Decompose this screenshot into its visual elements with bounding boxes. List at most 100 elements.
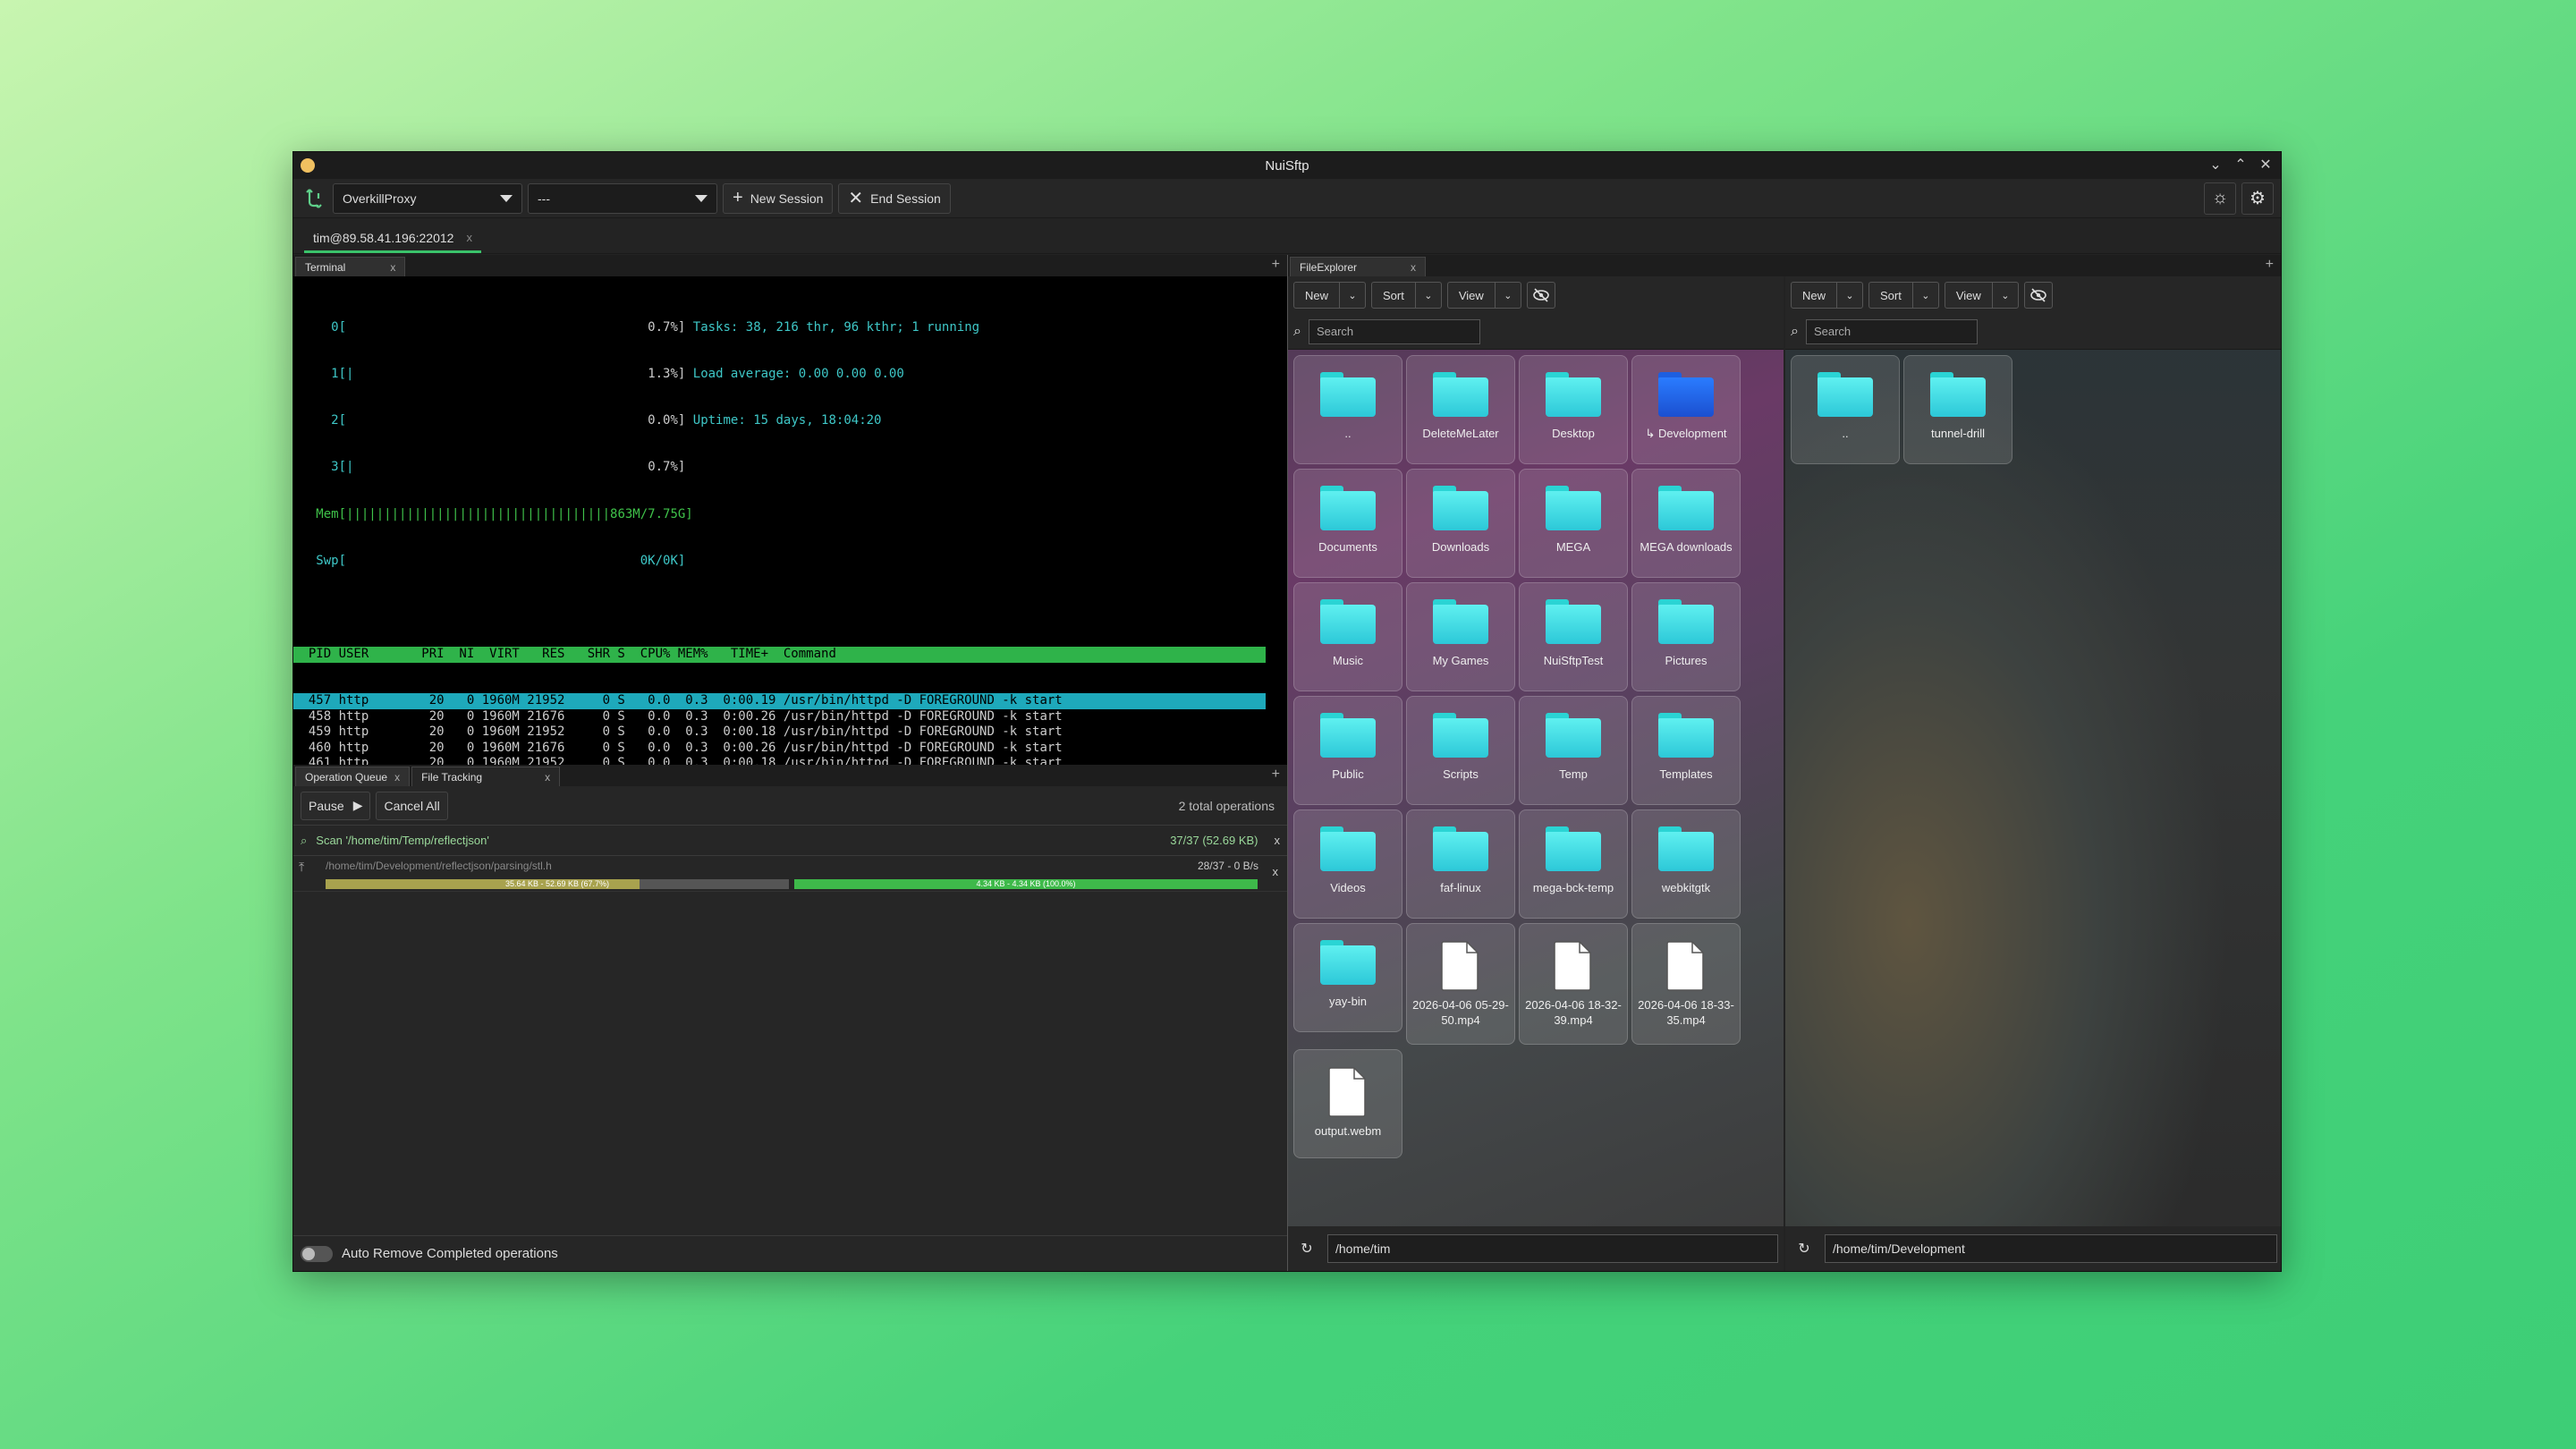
settings-button[interactable]: ⚙ [2241, 182, 2274, 215]
htop-cpu2: 2[ [331, 413, 347, 428]
file-item[interactable]: output.webm [1293, 1049, 1402, 1158]
htop-cpu3-val: 0.7%] [648, 460, 686, 475]
folder-item[interactable]: tunnel-drill [1903, 355, 2012, 464]
view-button[interactable]: View ⌄ [1446, 282, 1521, 309]
file-item[interactable]: 2026-04-06 05-29-50.mp4 [1406, 923, 1515, 1045]
session-tab-close[interactable]: x [466, 231, 472, 244]
tab-operation-queue[interactable]: Operation Queue x [295, 767, 411, 786]
htop-process-row[interactable]: 459 http 20 0 1960M 21952 0 S 0.0 0.3 0:… [293, 724, 1287, 740]
transfer-path: /home/tim/Development/reflectjson/parsin… [326, 860, 552, 872]
folder-item[interactable]: DeleteMeLater [1406, 355, 1515, 464]
htop-tasks: Tasks: 38, 216 thr, 96 kthr; 1 running [692, 319, 980, 335]
chevron-down-icon[interactable]: ⌄ [1993, 283, 2018, 308]
local-path-input[interactable]: /home/tim [1327, 1234, 1778, 1263]
remote-path-input[interactable]: /home/tim/Development [1825, 1234, 2277, 1263]
chevron-down-icon[interactable]: ⌄ [1496, 283, 1521, 308]
cancel-all-button[interactable]: Cancel All [376, 791, 448, 820]
folder-item[interactable]: Scripts [1406, 696, 1515, 805]
chevron-down-icon[interactable]: ⌄ [1837, 283, 1862, 308]
operation-queue-panel: Operation Queue x File Tracking x + Paus… [293, 765, 1287, 1271]
item-name: Temp [1559, 767, 1588, 781]
file-item[interactable]: 2026-04-06 18-33-35.mp4 [1631, 923, 1741, 1045]
folder-icon [1546, 486, 1601, 530]
session-tab[interactable]: tim@89.58.41.196:22012 x [304, 225, 481, 253]
session-select[interactable]: --- [528, 182, 717, 214]
sort-button[interactable]: Sort ⌄ [1868, 282, 1939, 309]
folder-icon [1433, 826, 1488, 871]
folder-item[interactable]: Downloads [1406, 469, 1515, 578]
tab-file-tracking-close[interactable]: x [545, 771, 550, 784]
folder-item[interactable]: ↳ Development [1631, 355, 1741, 464]
theme-toggle-button[interactable]: ☼ [2204, 182, 2236, 215]
profile-select[interactable]: OverkillProxy [333, 182, 522, 214]
hidden-files-toggle[interactable] [1526, 282, 1555, 309]
folder-icon [1320, 713, 1376, 758]
local-path-row: ↻ /home/tim [1288, 1226, 1784, 1271]
transfer-cancel[interactable]: x [1273, 865, 1279, 878]
folder-item[interactable]: yay-bin [1293, 923, 1402, 1032]
minimize-icon[interactable]: ⌄ [2207, 156, 2224, 174]
folder-item[interactable]: Videos [1293, 809, 1402, 919]
folder-item[interactable]: MEGA [1519, 469, 1628, 578]
scan-cancel[interactable]: x [1275, 834, 1281, 847]
sort-label: Sort [1869, 283, 1913, 308]
chevron-down-icon[interactable]: ⌄ [1913, 283, 1938, 308]
end-session-button[interactable]: ✕ End Session [838, 182, 951, 214]
folder-item[interactable]: .. [1791, 355, 1900, 464]
htop-process-row[interactable]: 461 http 20 0 1960M 21952 0 S 0.0 0.3 0:… [293, 756, 1287, 765]
folder-item[interactable]: NuiSftpTest [1519, 582, 1628, 691]
tab-fileexplorer[interactable]: FileExplorer x [1290, 257, 1427, 276]
new-label: New [1294, 283, 1341, 308]
file-icon [1665, 940, 1707, 992]
hidden-files-toggle[interactable] [2023, 282, 2053, 309]
maximize-icon[interactable]: ⌃ [2233, 156, 2249, 174]
close-icon[interactable]: ✕ [2258, 156, 2274, 174]
folder-item[interactable]: Templates [1631, 696, 1741, 805]
session-tab-bar: tim@89.58.41.196:22012 x [293, 218, 2281, 254]
pause-button[interactable]: Pause ▶ [301, 791, 371, 820]
folder-item[interactable]: My Games [1406, 582, 1515, 691]
play-icon: ▶ [352, 798, 363, 812]
refresh-icon[interactable]: ↻ [1791, 1235, 1818, 1262]
folder-item[interactable]: mega-bck-temp [1519, 809, 1628, 919]
view-button[interactable]: View ⌄ [1944, 282, 2019, 309]
chevron-down-icon[interactable]: ⌄ [1416, 283, 1441, 308]
tab-file-tracking[interactable]: File Tracking x [411, 767, 561, 786]
add-tab-icon[interactable]: + [1272, 767, 1280, 783]
add-tab-icon[interactable]: + [1272, 257, 1280, 273]
connection-icon[interactable] [301, 184, 327, 213]
new-button[interactable]: New ⌄ [1293, 282, 1367, 309]
folder-item[interactable]: faf-linux [1406, 809, 1515, 919]
folder-icon [1546, 372, 1601, 417]
refresh-icon[interactable]: ↻ [1293, 1235, 1320, 1262]
htop-process-row[interactable]: 460 http 20 0 1960M 21676 0 S 0.0 0.3 0:… [293, 741, 1287, 756]
folder-item[interactable]: .. [1293, 355, 1402, 464]
tab-fileexplorer-close[interactable]: x [1411, 261, 1416, 274]
folder-item[interactable]: Pictures [1631, 582, 1741, 691]
folder-item[interactable]: Desktop [1519, 355, 1628, 464]
auto-remove-toggle[interactable] [301, 1245, 333, 1262]
folder-item[interactable]: Public [1293, 696, 1402, 805]
folder-item[interactable]: Temp [1519, 696, 1628, 805]
new-button[interactable]: New ⌄ [1791, 282, 1864, 309]
tab-terminal[interactable]: Terminal x [295, 257, 406, 276]
remote-search-input[interactable]: Search [1805, 318, 1978, 344]
tab-operation-queue-close[interactable]: x [394, 771, 400, 784]
folder-item[interactable]: MEGA downloads [1631, 469, 1741, 578]
htop-process-row[interactable]: 458 http 20 0 1960M 21676 0 S 0.0 0.3 0:… [293, 709, 1287, 724]
app-window: NuiSftp ⌄ ⌃ ✕ OverkillProxy --- + New Se… [292, 151, 2282, 1272]
folder-item[interactable]: Documents [1293, 469, 1402, 578]
terminal[interactable]: 0[ 0.7%] Tasks: 38, 216 thr, 96 kthr; 1 … [293, 276, 1287, 765]
local-search-input[interactable]: Search [1308, 318, 1480, 344]
folder-item[interactable]: webkitgtk [1631, 809, 1741, 919]
add-tab-icon[interactable]: + [2266, 257, 2274, 273]
htop-process-row[interactable]: 457 http 20 0 1960M 21952 0 S 0.0 0.3 0:… [293, 693, 1266, 709]
tab-terminal-close[interactable]: x [390, 261, 395, 274]
file-item[interactable]: 2026-04-06 18-32-39.mp4 [1519, 923, 1628, 1045]
folder-item[interactable]: Music [1293, 582, 1402, 691]
sort-button[interactable]: Sort ⌄ [1371, 282, 1442, 309]
pause-label: Pause [309, 798, 344, 813]
new-session-button[interactable]: + New Session [723, 182, 834, 214]
item-name: faf-linux [1440, 881, 1481, 894]
chevron-down-icon[interactable]: ⌄ [1340, 283, 1365, 308]
